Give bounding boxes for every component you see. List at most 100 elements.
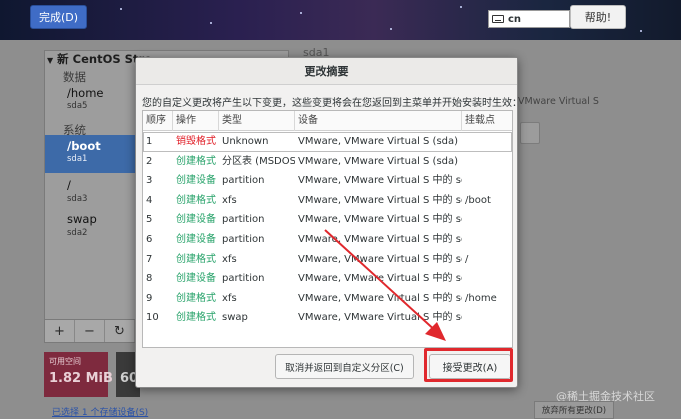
reload-button[interactable]: ↻ — [105, 320, 135, 342]
cancel-return-button[interactable]: 取消并返回到自定义分区(C) — [275, 354, 414, 379]
cell-mount: /home — [465, 292, 497, 304]
cell-device: VMware, VMware Virtual S (sda) — [298, 136, 459, 147]
cell-action: 创建格式 — [176, 312, 216, 324]
cell-type: partition — [222, 175, 265, 187]
cell-mount: /boot — [465, 194, 491, 206]
help-button[interactable]: 帮助! — [570, 5, 626, 29]
cell-mount: / — [465, 253, 469, 265]
mount-point-home[interactable]: /home — [67, 86, 103, 100]
table-row[interactable]: 1 销毁格式 Unknown VMware, VMware Virtual S (sd… — [143, 132, 512, 152]
cell-type: 分区表 (MSDOS) — [222, 155, 295, 167]
device-label: sda1 — [67, 154, 88, 164]
column-header-mount[interactable]: 挂载点 — [462, 111, 512, 131]
keyboard-layout-label: cn — [508, 13, 522, 25]
device-label: sda2 — [67, 228, 88, 238]
cell-type: partition — [222, 273, 265, 285]
cell-action: 创建格式 — [176, 194, 216, 206]
group-label-data: 数据 — [63, 70, 86, 84]
cell-order: 2 — [146, 155, 153, 167]
table-row[interactable]: 9 创建格式 xfs VMware, VMware Virtual S 中的 sda5… — [143, 289, 512, 309]
cell-device: VMware, VMware Virtual S 中的 sda2 — [298, 312, 462, 324]
cell-mount — [462, 269, 512, 289]
cell-order: 1 — [146, 136, 153, 147]
cell-order: 6 — [146, 234, 153, 245]
cell-type: xfs — [222, 194, 237, 206]
device-description: VMware Virtual S — [518, 96, 599, 107]
summary-of-changes-dialog: 更改摘要 您的自定义更改将产生以下变更，这些变更将会在您返回到主菜单并开始安装时… — [135, 57, 522, 388]
column-header-type[interactable]: 类型 — [219, 111, 295, 131]
cell-device: VMware, VMware Virtual S 中的 sda5 — [298, 292, 462, 304]
cell-device: VMware, VMware Virtual S 中的 sda1 — [298, 175, 462, 187]
cell-order: 3 — [146, 175, 153, 187]
cell-type: partition — [222, 214, 265, 226]
cell-action: 销毁格式 — [176, 136, 216, 147]
column-header-action[interactable]: 操作 — [173, 111, 219, 131]
cell-action: 创建设备 — [176, 175, 216, 187]
cell-type: Unknown — [222, 136, 269, 147]
table-row[interactable]: 3 创建设备 partition VMware, VMware Virtual S 中… — [143, 171, 512, 191]
cell-device: VMware, VMware Virtual S 中的 sda2 — [298, 214, 462, 226]
cell-device: VMware, VMware Virtual S (sda) — [298, 155, 459, 167]
remove-mount-point-button[interactable]: − — [75, 320, 105, 342]
cell-action: 创建设备 — [176, 273, 216, 285]
done-button[interactable]: 完成(D) — [30, 5, 87, 29]
table-row[interactable]: 5 创建设备 partition VMware, VMware Virtual S 中… — [143, 210, 512, 230]
star-decoration — [300, 12, 302, 14]
keyboard-layout-indicator[interactable]: cn — [488, 10, 570, 28]
add-mount-point-button[interactable]: + — [45, 320, 75, 342]
available-space-value: 1.82 MiB — [49, 371, 113, 386]
discard-all-changes-button[interactable]: 放弃所有更改(D) — [534, 401, 614, 419]
table-row[interactable]: 4 创建格式 xfs VMware, VMware Virtual S 中的 sda1… — [143, 191, 512, 211]
cell-mount — [462, 230, 512, 250]
storage-devices-link[interactable]: 已选择 1 个存储设备(S) — [52, 405, 148, 418]
table-row[interactable]: 2 创建格式 分区表 (MSDOS) VMware, VMware Virtual S… — [143, 152, 512, 172]
mount-point-swap[interactable]: swap — [67, 212, 97, 226]
star-decoration — [460, 6, 462, 8]
column-header-order[interactable]: 顺序 — [143, 111, 173, 131]
cell-order: 10 — [146, 312, 159, 324]
available-space-box: 可用空间 1.82 MiB — [44, 352, 113, 397]
changes-table: 顺序 操作 类型 设备 挂载点 1 销毁格式 Unknown VMware, VMwa… — [142, 110, 513, 348]
cell-type: xfs — [222, 253, 237, 265]
top-header: 完成(D) cn 帮助! — [0, 0, 681, 40]
keyboard-icon — [492, 15, 504, 23]
cell-action: 创建格式 — [176, 155, 216, 167]
table-row[interactable]: 8 创建设备 partition VMware, VMware Virtual S 中… — [143, 269, 512, 289]
device-label: sda3 — [67, 194, 88, 204]
column-header-device[interactable]: 设备 — [295, 111, 462, 131]
table-row[interactable]: 6 创建设备 partition VMware, VMware Virtual S 中… — [143, 230, 512, 250]
cell-action: 创建设备 — [176, 214, 216, 226]
cell-mount — [462, 132, 512, 152]
cell-order: 5 — [146, 214, 153, 226]
cell-order: 7 — [146, 253, 153, 265]
device-label: sda5 — [67, 101, 88, 111]
annotation-highlight-box — [424, 348, 513, 382]
cell-action: 创建格式 — [176, 292, 216, 304]
cell-action: 创建设备 — [176, 234, 216, 245]
mount-point-root[interactable]: / — [67, 178, 71, 192]
cell-device: VMware, VMware Virtual S 中的 sda3 — [298, 253, 462, 265]
cell-mount — [462, 210, 512, 230]
modify-button[interactable] — [520, 122, 540, 144]
star-decoration — [640, 30, 642, 32]
table-row[interactable]: 7 创建格式 xfs VMware, VMware Virtual S 中的 sda3… — [143, 250, 512, 270]
cell-type: xfs — [222, 292, 237, 304]
cell-type: swap — [222, 312, 248, 324]
cell-device: VMware, VMware Virtual S 中的 sda5 — [298, 273, 462, 285]
dialog-description: 您的自定义更改将产生以下变更，这些变更将会在您返回到主菜单并开始安装时生效： — [142, 98, 522, 109]
cell-mount — [462, 171, 512, 191]
star-decoration — [120, 8, 122, 10]
available-space-label: 可用空间 — [49, 357, 81, 366]
mount-point-boot[interactable]: /boot — [67, 139, 101, 153]
cell-order: 9 — [146, 292, 153, 304]
cell-action: 创建格式 — [176, 253, 216, 265]
table-row[interactable]: 10 创建格式 swap VMware, VMware Virtual S 中的 sd… — [143, 308, 512, 328]
table-header: 顺序 操作 类型 设备 挂载点 — [143, 111, 512, 131]
cell-device: VMware, VMware Virtual S 中的 sda1 — [298, 194, 462, 206]
star-decoration — [210, 22, 212, 24]
cell-type: partition — [222, 234, 265, 245]
cell-order: 4 — [146, 194, 153, 206]
cell-order: 8 — [146, 273, 153, 285]
cell-mount — [462, 308, 512, 328]
expander-icon[interactable]: ▼ — [47, 56, 53, 65]
